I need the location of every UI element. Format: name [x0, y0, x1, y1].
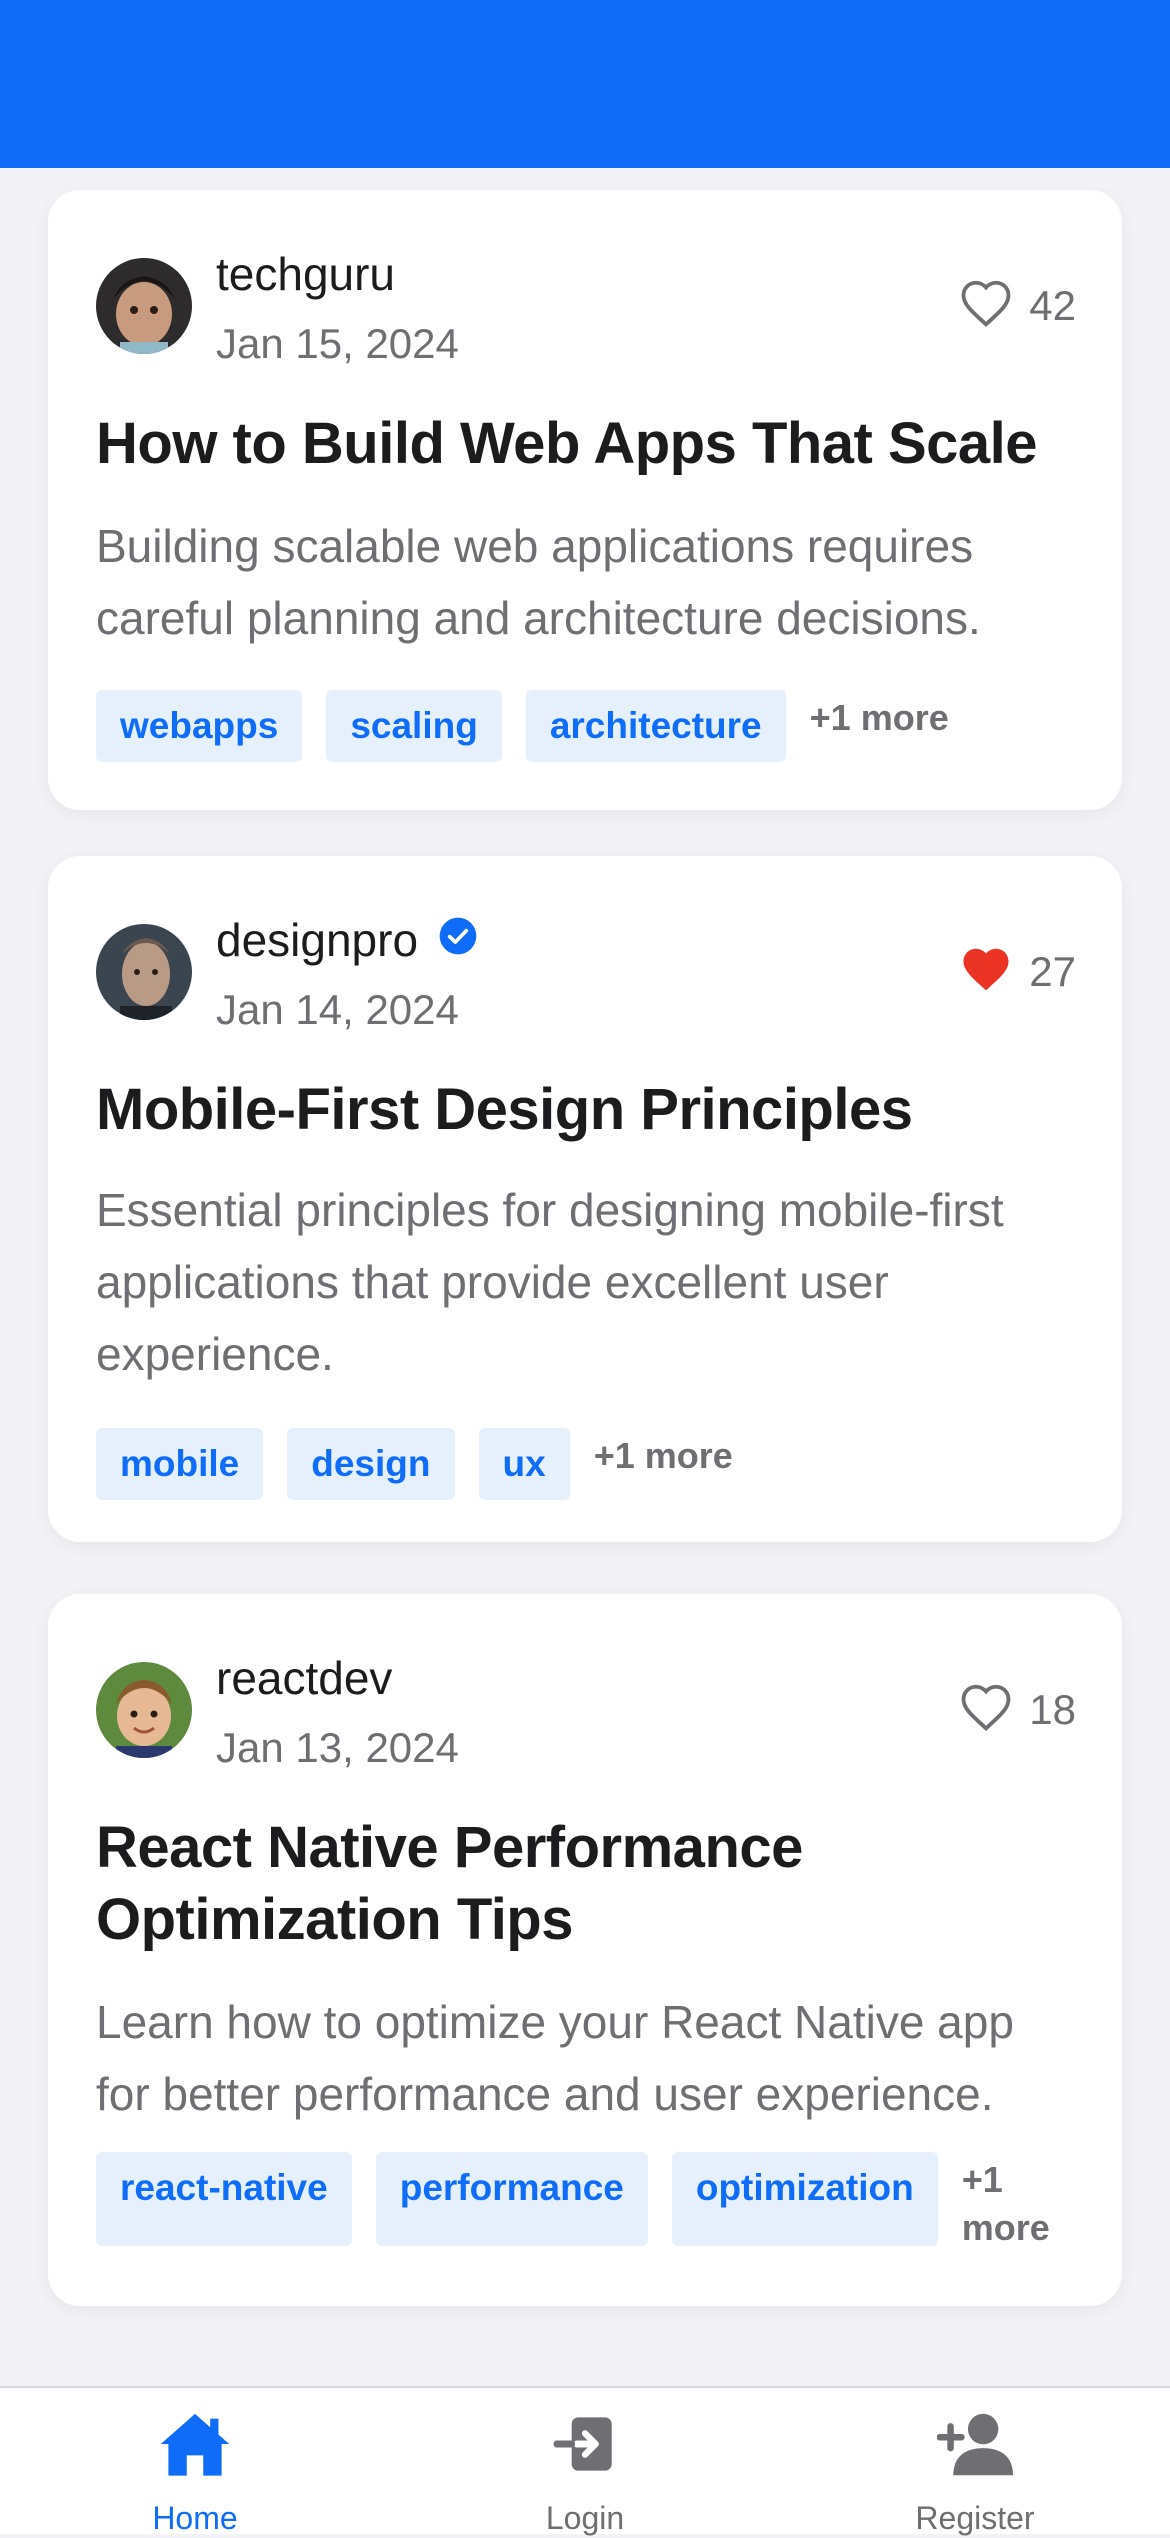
- post-card[interactable]: reactdev Jan 13, 2024 18 React Native Pe…: [48, 1594, 1122, 2306]
- post-title[interactable]: React Native Performance Optimization Ti…: [96, 1812, 1002, 1956]
- more-tags-label[interactable]: +1 more: [962, 2156, 1062, 2252]
- heart-filled-icon: [959, 944, 1013, 999]
- post-date: Jan 15, 2024: [216, 320, 459, 367]
- tag-chip[interactable]: performance: [375, 2152, 648, 2246]
- post-excerpt: Building scalable web applications requi…: [96, 520, 981, 644]
- tag-chip[interactable]: scaling: [326, 690, 502, 762]
- more-tags-label[interactable]: +1 more: [810, 694, 949, 742]
- author-name[interactable]: reactdev: [216, 1650, 392, 1706]
- tag-chip[interactable]: react-native: [96, 2152, 352, 2246]
- post-excerpt: Essential principles for designing mobil…: [96, 1184, 1004, 1380]
- more-tags-label[interactable]: +1 more: [594, 1432, 733, 1480]
- post-title[interactable]: Mobile-First Design Principles: [96, 1074, 1074, 1146]
- tag-list: mobile design ux +1 more: [96, 1428, 1092, 1500]
- author-name[interactable]: techguru: [216, 246, 395, 302]
- tag-chip[interactable]: design: [287, 1428, 455, 1500]
- author-name[interactable]: designpro: [216, 912, 478, 968]
- header-bar: [0, 0, 1170, 168]
- post-card[interactable]: techguru Jan 15, 2024 42 How to Build We…: [48, 190, 1122, 810]
- tag-chip[interactable]: optimization: [671, 2152, 938, 2246]
- tab-label: Home: [152, 2500, 238, 2536]
- tag-chip[interactable]: webapps: [96, 690, 303, 762]
- post-card[interactable]: designpro Jan 14, 2024 27 Mobile-First D…: [48, 856, 1122, 1542]
- tag-list: react-native performance optimization +1…: [96, 2152, 1092, 2252]
- like-count: 18: [1029, 1685, 1076, 1733]
- login-icon: [553, 2412, 617, 2481]
- heart-outline-icon: [959, 278, 1013, 333]
- add-user-icon: [936, 2410, 1013, 2483]
- tab-label: Register: [915, 2500, 1035, 2536]
- like-count: 27: [1029, 947, 1076, 995]
- like-button[interactable]: 18: [959, 1682, 1076, 1737]
- avatar[interactable]: [96, 258, 192, 354]
- bottom-tab-bar: Home Login Register: [0, 2386, 1170, 2536]
- heart-outline-icon: [959, 1682, 1013, 1737]
- like-button[interactable]: 27: [959, 944, 1076, 999]
- home-icon: [157, 2408, 233, 2485]
- tag-chip[interactable]: architecture: [525, 690, 786, 762]
- like-button[interactable]: 42: [959, 278, 1076, 333]
- post-excerpt: Learn how to optimize your React Native …: [96, 1996, 1014, 2120]
- post-date: Jan 13, 2024: [216, 1724, 459, 1771]
- post-title[interactable]: How to Build Web Apps That Scale: [96, 408, 1074, 480]
- like-count: 42: [1029, 281, 1076, 329]
- tab-register[interactable]: Register: [780, 2388, 1170, 2536]
- tag-chip[interactable]: ux: [478, 1428, 570, 1500]
- avatar[interactable]: [96, 924, 192, 1020]
- post-date: Jan 14, 2024: [216, 986, 459, 1033]
- avatar[interactable]: [96, 1662, 192, 1758]
- tab-login[interactable]: Login: [390, 2388, 780, 2536]
- tab-home[interactable]: Home: [0, 2388, 390, 2536]
- tag-list: webapps scaling architecture +1 more: [96, 690, 1092, 762]
- author-name-text[interactable]: designpro: [216, 914, 418, 966]
- verified-badge-icon: [438, 912, 478, 968]
- tab-label: Login: [545, 2500, 625, 2536]
- tag-chip[interactable]: mobile: [96, 1428, 264, 1500]
